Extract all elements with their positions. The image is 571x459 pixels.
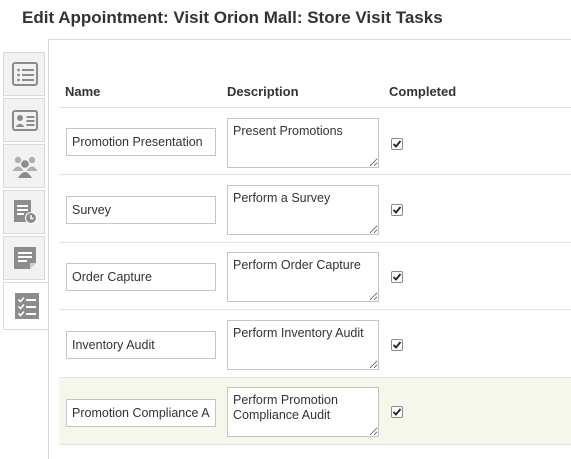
contact-card-icon bbox=[12, 110, 38, 131]
table-row: Perform Inventory Audit bbox=[59, 311, 571, 378]
task-description-textarea[interactable]: Perform a Survey bbox=[227, 185, 379, 235]
task-name-input[interactable] bbox=[66, 263, 216, 291]
table-row: Perform a Survey bbox=[59, 176, 571, 243]
task-completed-checkbox[interactable] bbox=[391, 204, 403, 216]
document-clock-icon bbox=[14, 200, 37, 224]
column-header-description: Description bbox=[227, 84, 299, 99]
table-row: Perform Promotion Compliance Audit bbox=[59, 378, 571, 445]
checkmark-icon bbox=[392, 140, 402, 148]
tab-contacts[interactable] bbox=[3, 98, 45, 142]
tab-tasks[interactable] bbox=[3, 282, 49, 330]
team-icon bbox=[12, 156, 38, 178]
table-row: Perform Order Capture bbox=[59, 243, 571, 310]
tab-history[interactable] bbox=[3, 190, 45, 234]
task-checklist-icon bbox=[15, 293, 39, 319]
table-row: Present Promotions bbox=[59, 108, 571, 175]
table-header: Name Description Completed bbox=[59, 79, 571, 108]
list-details-icon bbox=[12, 62, 38, 86]
task-description-textarea[interactable]: Perform Inventory Audit bbox=[227, 320, 379, 370]
tab-notes[interactable] bbox=[3, 236, 45, 280]
task-description-textarea[interactable]: Perform Order Capture bbox=[227, 252, 379, 302]
task-completed-checkbox[interactable] bbox=[391, 271, 403, 283]
task-completed-checkbox[interactable] bbox=[391, 339, 403, 351]
task-completed-checkbox[interactable] bbox=[391, 406, 403, 418]
checkmark-icon bbox=[392, 206, 402, 214]
checkmark-icon bbox=[392, 408, 402, 416]
task-name-input[interactable] bbox=[66, 331, 216, 359]
page-title: Edit Appointment: Visit Orion Mall: Stor… bbox=[22, 8, 443, 27]
tab-attendees[interactable] bbox=[3, 144, 45, 188]
task-description-textarea[interactable]: Present Promotions bbox=[227, 118, 379, 168]
column-header-completed: Completed bbox=[389, 84, 457, 99]
task-completed-checkbox[interactable] bbox=[391, 138, 403, 150]
note-icon bbox=[14, 247, 36, 269]
task-name-input[interactable] bbox=[66, 196, 216, 224]
task-name-input[interactable] bbox=[66, 128, 216, 156]
checkmark-icon bbox=[392, 273, 402, 281]
tab-details[interactable] bbox=[3, 52, 45, 96]
tasks-panel: Name Description Completed Present Promo… bbox=[48, 39, 571, 459]
task-name-input[interactable] bbox=[66, 399, 216, 427]
column-header-name: Name bbox=[65, 84, 101, 99]
task-description-textarea[interactable]: Perform Promotion Compliance Audit bbox=[227, 387, 379, 437]
checkmark-icon bbox=[392, 341, 402, 349]
